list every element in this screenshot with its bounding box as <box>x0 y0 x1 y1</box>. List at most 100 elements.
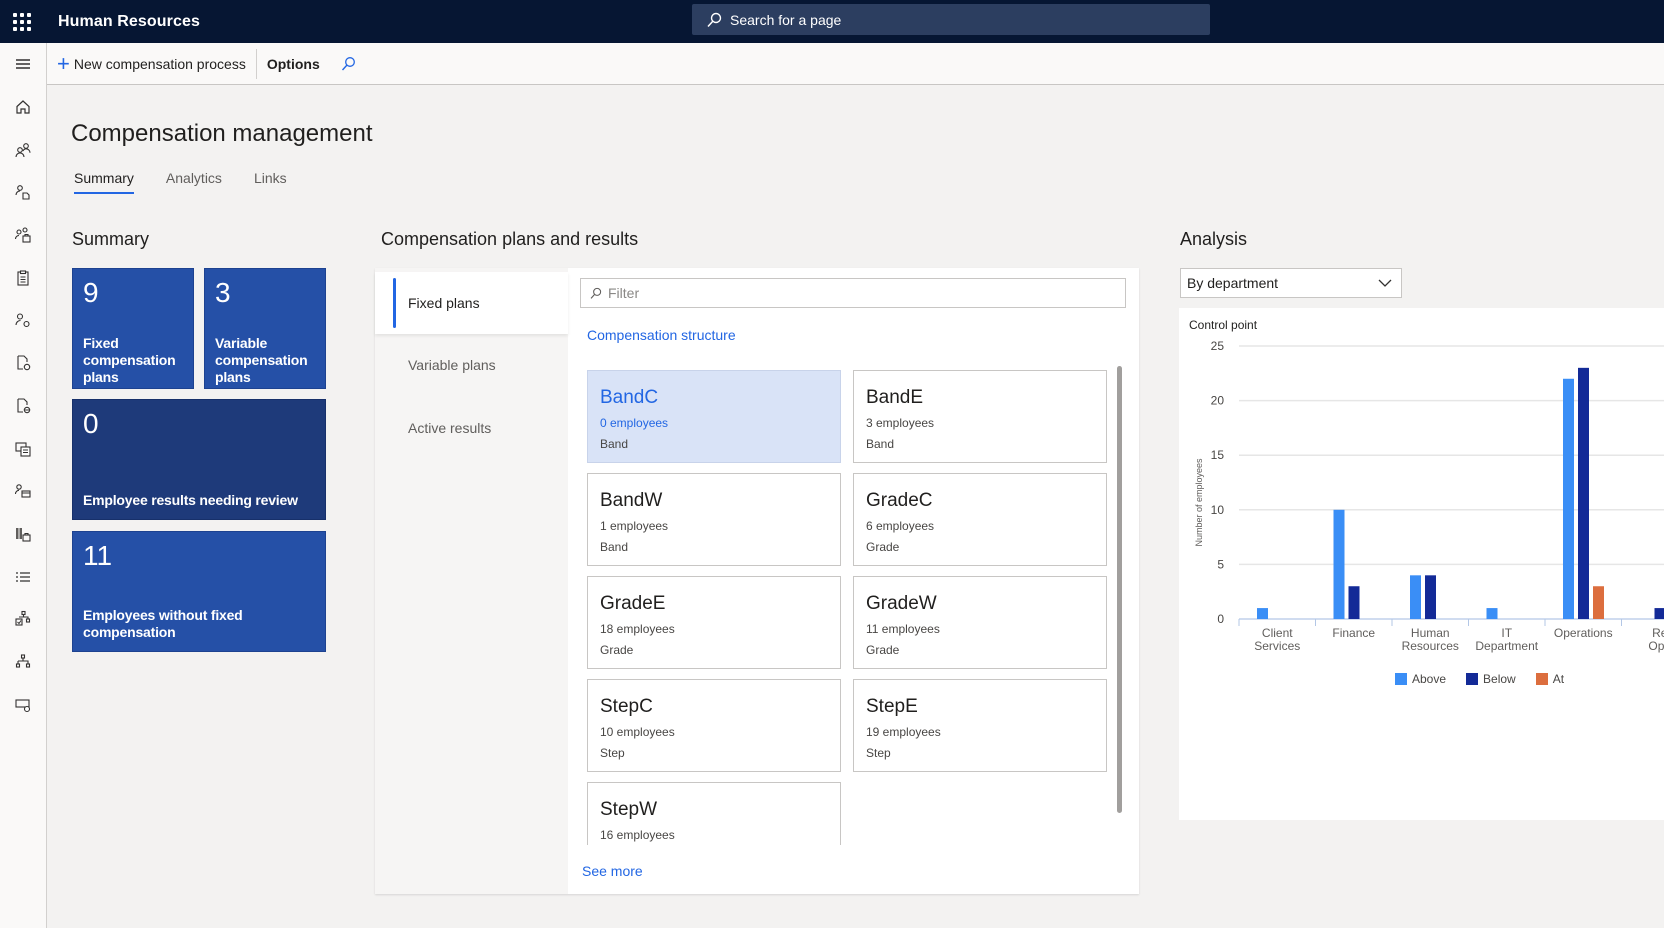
plan-employee-count: 1 employees <box>600 519 669 533</box>
rail-books-briefcase[interactable] <box>0 513 46 556</box>
legend-item-at[interactable]: At <box>1535 672 1565 686</box>
tile-fixed-compensation-plans[interactable]: 9 Fixed compensation plans <box>72 268 194 389</box>
chart-legend: Above Below At <box>1395 672 1584 686</box>
plan-employee-count: 3 employees <box>866 416 935 430</box>
analysis-grouping-dropdown[interactable]: By department <box>1180 268 1402 298</box>
new-compensation-process-button[interactable]: + New compensation process <box>47 49 256 79</box>
plans-section-title: Compensation plans and results <box>381 229 639 249</box>
plan-card[interactable]: GradeE 18 employees Grade <box>587 576 841 669</box>
plans-nav: Fixed plans Variable plans Active result… <box>375 268 568 894</box>
bar-above <box>1563 378 1574 619</box>
document-settings-alt-icon <box>17 398 31 414</box>
y-tick-label: 5 <box>1217 557 1224 571</box>
rail-people-briefcase[interactable] <box>0 214 46 257</box>
legend-item-below[interactable]: Below <box>1466 672 1516 686</box>
tile-value: 9 <box>83 277 99 308</box>
tab-links[interactable]: Links <box>254 170 287 194</box>
x-tick-label: Resources <box>1402 639 1459 653</box>
plan-card[interactable]: GradeC 6 employees Grade <box>853 473 1107 566</box>
bar-above <box>1333 509 1345 619</box>
y-tick-label: 10 <box>1211 503 1225 517</box>
clipboard-icon <box>17 270 29 286</box>
plan-card[interactable]: StepE 19 employees Step <box>853 679 1107 772</box>
plans-nav-active-results[interactable]: Active results <box>375 397 568 459</box>
top-navigation-bar: Human Resources Search for a page <box>0 0 1664 43</box>
rail-people[interactable] <box>0 128 46 171</box>
rail-person-calendar[interactable] <box>0 470 46 513</box>
document-settings-icon <box>17 355 31 371</box>
x-tick-label: Department <box>1475 639 1538 653</box>
bar-below <box>1654 608 1664 619</box>
compensation-structure-link[interactable]: Compensation structure <box>587 327 736 343</box>
tile-variable-compensation-plans[interactable]: 3 Variable compensation plans <box>204 268 326 389</box>
plan-name: StepE <box>866 696 918 717</box>
waffle-icon <box>13 12 31 31</box>
y-tick-label: 20 <box>1211 394 1225 408</box>
search-icon <box>707 12 722 27</box>
tile-employee-results-needing-review[interactable]: 0 Employee results needing review <box>72 399 326 520</box>
legend-label: Above <box>1412 672 1447 686</box>
plan-cards-scrollbar[interactable] <box>1117 366 1122 813</box>
plan-card[interactable]: BandW 1 employees Band <box>587 473 841 566</box>
legend-label: At <box>1552 672 1565 686</box>
plans-nav-fixed-plans[interactable]: Fixed plans <box>375 272 568 334</box>
tab-summary[interactable]: Summary <box>74 170 134 194</box>
person-settings-icon <box>15 313 30 328</box>
global-search-input[interactable]: Search for a page <box>692 4 1210 35</box>
plus-icon: + <box>57 50 70 76</box>
plans-panel: Fixed plans Variable plans Active result… <box>375 268 1139 894</box>
tile-label: Fixed compensation plans <box>83 335 176 385</box>
plan-cards-list: BandC 0 employees Band BandE 3 employees… <box>587 370 1119 845</box>
bar-above <box>1410 575 1421 619</box>
plan-card[interactable]: StepC 10 employees Step <box>587 679 841 772</box>
rail-org-chart[interactable] <box>0 641 46 684</box>
rail-person-document[interactable] <box>0 171 46 214</box>
app-launcher-button[interactable] <box>0 0 44 43</box>
x-tick-label: Operations <box>1554 626 1613 640</box>
rail-org-chart-check[interactable] <box>0 598 46 641</box>
plan-card[interactable]: GradeW 11 employees Grade <box>853 576 1107 669</box>
see-more-link[interactable]: See more <box>582 863 643 879</box>
plan-card[interactable]: StepW 16 employees Step <box>587 782 841 845</box>
chevron-down-icon <box>1378 279 1392 287</box>
x-tick-label: Client <box>1262 626 1293 640</box>
plan-employee-count: 19 employees <box>866 725 941 739</box>
left-navigation-rail <box>0 43 47 928</box>
rail-monitor-settings[interactable] <box>0 683 46 726</box>
dropdown-selected-value: By department <box>1187 275 1279 291</box>
tile-label: Variable compensation plans <box>215 335 308 385</box>
search-icon <box>590 287 602 299</box>
page-title: Compensation management <box>71 120 373 147</box>
tab-analytics[interactable]: Analytics <box>166 170 222 194</box>
filter-placeholder: Filter <box>608 285 640 301</box>
action-search-button[interactable] <box>330 49 366 79</box>
bar-below <box>1348 586 1360 619</box>
plans-nav-variable-plans[interactable]: Variable plans <box>375 334 568 396</box>
x-tick-label: IT <box>1501 626 1512 640</box>
analysis-section-title: Analysis <box>1180 229 1248 249</box>
plan-card[interactable]: BandE 3 employees Band <box>853 370 1107 463</box>
filter-input[interactable]: Filter <box>580 278 1126 308</box>
rail-clipboard[interactable] <box>0 256 46 299</box>
plan-card[interactable]: BandC 0 employees Band <box>587 370 841 463</box>
tile-label: Employee results needing review <box>83 492 298 508</box>
monitor-settings-icon <box>15 699 31 712</box>
rail-document-settings-alt[interactable] <box>0 385 46 428</box>
rail-money-document[interactable] <box>0 427 46 470</box>
person-document-icon <box>15 185 30 200</box>
bar-at <box>1593 586 1604 619</box>
rail-document-settings[interactable] <box>0 342 46 385</box>
global-search-placeholder: Search for a page <box>730 11 842 28</box>
legend-item-above[interactable]: Above <box>1395 672 1446 686</box>
options-button[interactable]: Options <box>257 49 330 79</box>
y-tick-label: 0 <box>1217 612 1224 626</box>
rail-numbered-list[interactable] <box>0 555 46 598</box>
tile-employees-without-fixed-compensation[interactable]: 11 Employees without fixed compensation <box>72 531 326 652</box>
rail-home[interactable] <box>0 86 46 129</box>
plan-name: BandE <box>866 387 924 408</box>
tile-label: Employees without fixed compensation <box>83 607 243 640</box>
rail-menu-button[interactable] <box>0 43 46 86</box>
plan-employee-count: 18 employees <box>600 622 675 636</box>
bar-above <box>1257 608 1268 619</box>
rail-person-settings[interactable] <box>0 299 46 342</box>
